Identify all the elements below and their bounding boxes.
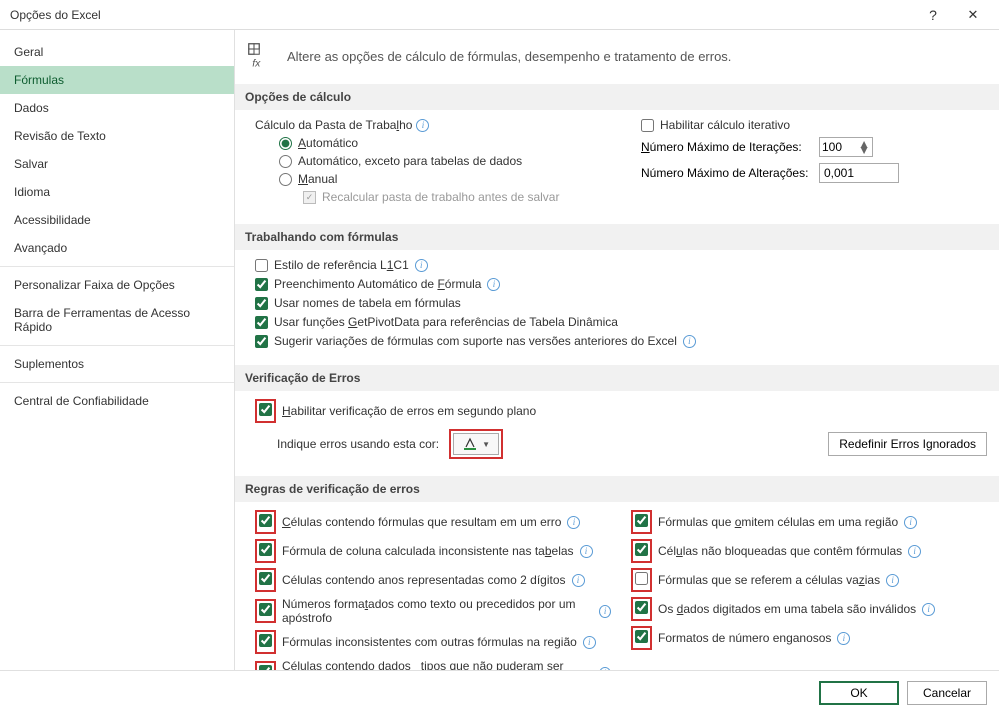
info-icon[interactable]: i bbox=[922, 603, 935, 616]
getpivot-checkbox[interactable]: Usar funções GetPivotData para referênci… bbox=[255, 315, 987, 329]
info-icon[interactable]: i bbox=[567, 516, 580, 529]
rule-right-1[interactable] bbox=[635, 543, 648, 556]
titlebar: Opções do Excel ? ✕ bbox=[0, 0, 999, 30]
bg-error-label: Habilitar verificação de erros em segund… bbox=[282, 404, 536, 418]
tablenames-checkbox[interactable]: Usar nomes de tabela em fórmulas bbox=[255, 296, 987, 310]
radio-manual[interactable]: Manual bbox=[279, 172, 601, 186]
sidebar-item-revisao[interactable]: Revisão de Texto bbox=[0, 122, 234, 150]
r1c1-checkbox[interactable]: Estilo de referência L1C1 i bbox=[255, 258, 987, 272]
rule-right-2[interactable] bbox=[635, 572, 648, 585]
info-icon[interactable]: i bbox=[908, 545, 921, 558]
iter-max-input[interactable]: 100 ▲▼ bbox=[819, 137, 873, 157]
sidebar-item-suplementos[interactable]: Suplementos bbox=[0, 350, 234, 378]
recalc-checkbox: ✓ bbox=[303, 191, 316, 204]
rule-left-3[interactable] bbox=[259, 603, 272, 616]
info-icon[interactable]: i bbox=[599, 667, 611, 671]
error-color-label: Indique erros usando esta cor: bbox=[255, 437, 439, 451]
rule-right-3[interactable] bbox=[635, 601, 648, 614]
sidebar-item-dados[interactable]: Dados bbox=[0, 94, 234, 122]
info-icon[interactable]: i bbox=[415, 259, 428, 272]
autocomplete-checkbox[interactable]: Preenchimento Automático de Fórmula i bbox=[255, 277, 987, 291]
sidebar-item-central[interactable]: Central de Confiabilidade bbox=[0, 387, 234, 415]
formulas-icon: fx bbox=[247, 42, 275, 70]
sidebar-item-acessibilidade[interactable]: Acessibilidade bbox=[0, 206, 234, 234]
window-title: Opções do Excel bbox=[10, 8, 913, 22]
rule-left-2[interactable] bbox=[259, 572, 272, 585]
iter-enable-checkbox[interactable]: Habilitar cálculo iterativo bbox=[641, 118, 987, 132]
page-description: Altere as opções de cálculo de fórmulas,… bbox=[287, 49, 731, 64]
info-icon[interactable]: i bbox=[580, 545, 593, 558]
info-icon[interactable]: i bbox=[572, 574, 585, 587]
section-formulas-header: Trabalhando com fórmulas bbox=[235, 224, 999, 250]
info-icon[interactable]: i bbox=[837, 632, 850, 645]
section-calc-header: Opções de cálculo bbox=[235, 84, 999, 110]
iter-max-label: Número Máximo de Iterações: bbox=[641, 140, 811, 154]
content-panel: fx Altere as opções de cálculo de fórmul… bbox=[235, 30, 999, 670]
radio-auto-except[interactable]: Automático, exceto para tabelas de dados bbox=[279, 154, 601, 168]
rule-right-0[interactable] bbox=[635, 514, 648, 527]
sidebar-item-personalizar[interactable]: Personalizar Faixa de Opções bbox=[0, 271, 234, 299]
rule-left-1[interactable] bbox=[259, 543, 272, 556]
suggest-checkbox[interactable]: Sugerir variações de fórmulas com suport… bbox=[255, 334, 987, 348]
sidebar-item-formulas[interactable]: Fórmulas bbox=[0, 66, 234, 94]
sidebar-item-barra[interactable]: Barra de Ferramentas de Acesso Rápido bbox=[0, 299, 234, 341]
footer: OK Cancelar bbox=[0, 670, 999, 714]
rule-left-0[interactable] bbox=[259, 514, 272, 527]
section-rules-header: Regras de verificação de erros bbox=[235, 476, 999, 502]
sidebar-item-geral[interactable]: Geral bbox=[0, 38, 234, 66]
info-icon[interactable]: i bbox=[416, 119, 429, 132]
sidebar-item-idioma[interactable]: Idioma bbox=[0, 178, 234, 206]
iter-change-label: Número Máximo de Alterações: bbox=[641, 166, 811, 180]
rule-left-5[interactable] bbox=[259, 665, 272, 670]
radio-auto[interactable]: Automático bbox=[279, 136, 601, 150]
info-icon[interactable]: i bbox=[683, 335, 696, 348]
workbook-calc-label: Cálculo da Pasta de Trabalho bbox=[255, 118, 412, 132]
reset-ignored-button[interactable]: Redefinir Erros Ignorados bbox=[828, 432, 987, 456]
info-icon[interactable]: i bbox=[904, 516, 917, 529]
info-icon[interactable]: i bbox=[599, 605, 611, 618]
info-icon[interactable]: i bbox=[487, 278, 500, 291]
section-errorcheck-header: Verificação de Erros bbox=[235, 365, 999, 391]
recalc-label: Recalcular pasta de trabalho antes de sa… bbox=[322, 190, 559, 204]
ok-button[interactable]: OK bbox=[819, 681, 899, 705]
cancel-button[interactable]: Cancelar bbox=[907, 681, 987, 705]
rule-right-4[interactable] bbox=[635, 630, 648, 643]
error-color-picker[interactable]: ▼ bbox=[453, 433, 499, 455]
sidebar-item-avancado[interactable]: Avançado bbox=[0, 234, 234, 262]
bg-error-checkbox[interactable] bbox=[259, 403, 272, 416]
rule-left-4[interactable] bbox=[259, 634, 272, 647]
info-icon[interactable]: i bbox=[886, 574, 899, 587]
iter-change-input[interactable]: 0,001 bbox=[819, 163, 899, 183]
close-button[interactable]: ✕ bbox=[953, 1, 993, 29]
sidebar: Geral Fórmulas Dados Revisão de Texto Sa… bbox=[0, 30, 235, 670]
info-icon[interactable]: i bbox=[583, 636, 596, 649]
svg-text:fx: fx bbox=[252, 58, 261, 70]
sidebar-item-salvar[interactable]: Salvar bbox=[0, 150, 234, 178]
help-button[interactable]: ? bbox=[913, 1, 953, 29]
